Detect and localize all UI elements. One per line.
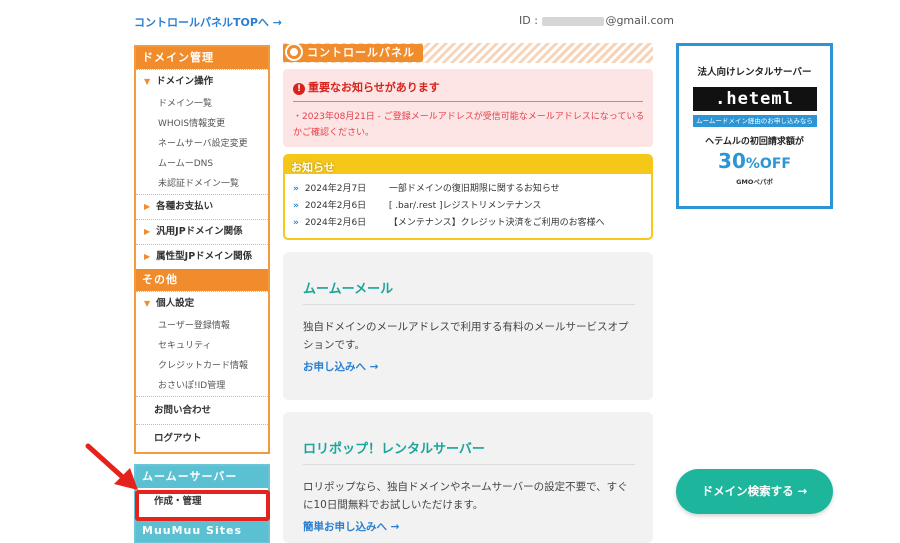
- news-date: 2024年2月6日: [304, 218, 367, 228]
- sidebar-item-label: 属性型JPドメイン関係: [156, 251, 253, 262]
- news-text: 一部ドメインの復旧期限に関するお知らせ: [388, 184, 560, 194]
- sidebar-domain-section: ドメイン管理 ▼ ドメイン操作 ドメイン一覧 WHOIS情報変更 ネームサーバ設定…: [134, 45, 270, 454]
- sidebar-group-jp-attribute: ▶ 属性型JPドメイン関係: [136, 244, 268, 269]
- news-date: 2024年2月6日: [304, 201, 367, 211]
- important-notice-title-text: 重要なお知らせがあります: [308, 81, 440, 94]
- double-chevron-icon: »: [293, 184, 299, 194]
- important-notice-box: ! 重要なお知らせがあります ・2023年08月21日 - ご登録メールアドレスが…: [283, 69, 653, 147]
- sidebar-item-osaipo-id[interactable]: おさいぽ!ID管理: [136, 376, 268, 396]
- sidebar: ドメイン管理 ▼ ドメイン操作 ドメイン一覧 WHOIS情報変更 ネームサーバ設定…: [134, 45, 270, 543]
- sidebar-item-label: ドメイン操作: [156, 76, 214, 87]
- heteml-logo: .heteml: [692, 87, 817, 111]
- ad-subtext: ヘテムルの初回請求額が: [705, 137, 804, 147]
- sidebar-item-payment[interactable]: ▶ 各種お支払い: [136, 195, 268, 219]
- triangle-right-icon: ▶: [144, 227, 151, 236]
- double-chevron-icon: »: [293, 201, 299, 211]
- divider: [293, 101, 643, 102]
- news-text: [ .bar/.rest ]レジストリメンテナンス: [388, 201, 542, 211]
- ad-discount-unit: %OFF: [745, 156, 791, 172]
- sidebar-item-security[interactable]: セキュリティ: [136, 336, 268, 356]
- ad-discount: 30%OFF: [679, 149, 830, 173]
- lolipop-apply-link[interactable]: 簡単お申し込みへ →: [303, 519, 399, 534]
- sidebar-item-user-info[interactable]: ユーザー登録情報: [136, 316, 268, 336]
- control-panel-top-link[interactable]: コントロールパネルTOPへ →: [134, 14, 282, 30]
- lolipop-card-description: ロリポップなら、独自ドメインやネームサーバーの設定不要で、すぐに10日間無料でお…: [303, 481, 628, 511]
- sidebar-item-contact[interactable]: お問い合わせ: [136, 396, 268, 424]
- sidebar-head-domain: ドメイン管理: [136, 47, 268, 69]
- lolipop-card: ロリポップ！レンタルサーバー ロリポップなら、独自ドメインやネームサーバーの設定…: [283, 412, 653, 543]
- domain-search-button[interactable]: ドメイン検索する →: [676, 469, 833, 514]
- top-bar: コントロールパネルTOPへ → ID : @gmail.com: [134, 12, 674, 32]
- triangle-right-icon: ▶: [144, 202, 151, 211]
- sidebar-group-domain-ops: ▼ ドメイン操作 ドメイン一覧 WHOIS情報変更 ネームサーバ設定変更 ムームー…: [136, 69, 268, 194]
- sidebar-group-payment: ▶ 各種お支払い: [136, 194, 268, 219]
- sidebar-item-personal[interactable]: ▼ 個人設定: [136, 292, 268, 316]
- heteml-ad-banner[interactable]: 法人向けレンタルサーバー .heteml ムームードメイン経由のお申し込みなら …: [676, 43, 833, 209]
- sidebar-item-nameserver[interactable]: ネームサーバ設定変更: [136, 134, 268, 154]
- mail-card-description: 独自ドメインのメールアドレスで利用する有料のメールサービスオプションです。: [303, 321, 629, 351]
- sidebar-item-dns[interactable]: ムームーDNS: [136, 154, 268, 174]
- news-text: 【メンテナンス】クレジット決済をご利用のお客様へ: [388, 218, 605, 228]
- sidebar-item-label: 各種お支払い: [156, 201, 214, 212]
- sidebar-item-domain-list[interactable]: ドメイン一覧: [136, 94, 268, 114]
- sidebar-item-label: 汎用JPドメイン関係: [156, 226, 243, 237]
- sidebar-item-label: 個人設定: [156, 298, 195, 309]
- sidebar-item-jp-general[interactable]: ▶ 汎用JPドメイン関係: [136, 220, 268, 244]
- news-box: お知らせ » 2024年2月7日 一部ドメインの復旧期限に関するお知らせ » 2024…: [283, 154, 653, 240]
- lolipop-card-title: ロリポップ！レンタルサーバー: [303, 442, 485, 457]
- mail-service-card: ムームーメール 独自ドメインのメールアドレスで利用する有料のメールサービスオプシ…: [283, 252, 653, 400]
- control-panel-title: コントロールパネル: [283, 44, 423, 62]
- sidebar-item-credit-card[interactable]: クレジットカード情報: [136, 356, 268, 376]
- news-item[interactable]: » 2024年2月7日 一部ドメインの復旧期限に関するお知らせ: [293, 181, 651, 198]
- ad-headline: 法人向けレンタルサーバー: [697, 67, 812, 78]
- user-id-domain: @gmail.com: [605, 14, 674, 27]
- sidebar-group-jp-general: ▶ 汎用JPドメイン関係: [136, 219, 268, 244]
- mail-card-title: ムームーメール: [303, 282, 394, 297]
- divider: [303, 464, 635, 465]
- news-date: 2024年2月7日: [304, 184, 367, 194]
- sidebar-head-server: ムームーサーバー: [136, 466, 268, 488]
- annotation-highlight-box: [135, 490, 270, 521]
- user-id-label: ID :: [519, 14, 538, 27]
- news-header: お知らせ: [285, 156, 651, 174]
- gear-icon: [287, 45, 301, 59]
- exclamation-icon: !: [293, 83, 305, 95]
- triangle-down-icon: ▼: [144, 299, 151, 308]
- news-label: お知らせ: [291, 161, 335, 174]
- important-notice-link[interactable]: ・2023年08月21日 - ご登録メールアドレスが受信可能なメールアドレスにな…: [293, 109, 645, 141]
- user-id: ID : @gmail.com: [519, 14, 674, 27]
- gmo-pepabo-logo: GMOペパボ: [736, 178, 773, 186]
- mail-apply-link[interactable]: お申し込みへ →: [303, 359, 378, 374]
- sidebar-item-whois[interactable]: WHOIS情報変更: [136, 114, 268, 134]
- double-chevron-icon: »: [293, 218, 299, 228]
- control-panel-header: コントロールパネル: [283, 43, 653, 63]
- ad-discount-number: 30: [718, 149, 746, 173]
- sidebar-group-personal: ▼ 個人設定 ユーザー登録情報 セキュリティ クレジットカード情報 おさいぽ!ID…: [136, 291, 268, 396]
- important-notice-title: ! 重要なお知らせがあります: [293, 79, 440, 95]
- annotation-arrow-icon: [85, 443, 138, 490]
- ad-band-text: ムームードメイン経由のお申し込みなら: [692, 115, 817, 127]
- sidebar-head-other: その他: [136, 269, 268, 291]
- sidebar-item-domain-ops[interactable]: ▼ ドメイン操作: [136, 70, 268, 94]
- news-list: » 2024年2月7日 一部ドメインの復旧期限に関するお知らせ » 2024年2月6日…: [285, 174, 651, 232]
- sidebar-item-logout[interactable]: ログアウト: [136, 424, 268, 452]
- sidebar-head-sites[interactable]: MuuMuu Sites: [136, 520, 268, 542]
- sidebar-item-unverified[interactable]: 未認証ドメイン一覧: [136, 174, 268, 194]
- divider: [303, 304, 635, 305]
- sidebar-item-jp-attribute[interactable]: ▶ 属性型JPドメイン関係: [136, 245, 268, 269]
- triangle-down-icon: ▼: [144, 77, 151, 86]
- masked-email: [542, 16, 605, 26]
- news-item[interactable]: » 2024年2月6日 [ .bar/.rest ]レジストリメンテナンス: [293, 198, 651, 215]
- news-item[interactable]: » 2024年2月6日 【メンテナンス】クレジット決済をご利用のお客様へ: [293, 215, 651, 232]
- triangle-right-icon: ▶: [144, 252, 151, 261]
